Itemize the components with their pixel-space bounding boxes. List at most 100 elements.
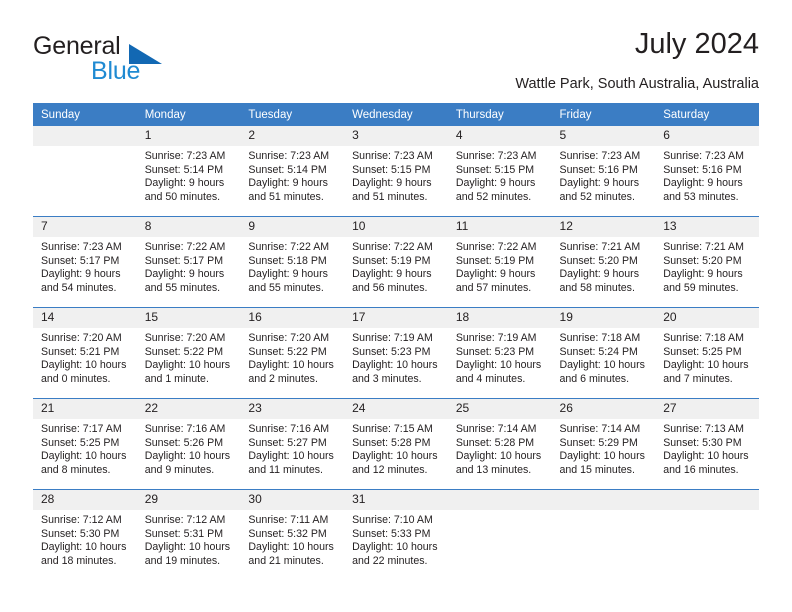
- calendar-day-cell[interactable]: 14 Sunrise: 7:20 AM Sunset: 5:21 PM Dayligh…: [33, 307, 137, 399]
- day-details: Sunrise: 7:23 AM Sunset: 5:15 PM Daylight:…: [448, 146, 552, 204]
- calendar-header-row: Sunday Monday Tuesday Wednesday Thursday Frid…: [33, 103, 759, 126]
- daylight-text: Daylight: 9 hours: [248, 177, 328, 190]
- daylight-text: and 19 minutes.: [144, 554, 221, 567]
- day-number: [551, 490, 656, 510]
- daylight-text: and 54 minutes.: [41, 281, 117, 294]
- day-number: 28: [33, 490, 137, 510]
- sunrise-text: Sunrise: 7:23 AM: [144, 150, 226, 162]
- calendar-day-cell[interactable]: 17 Sunrise: 7:19 AM Sunset: 5:23 PM Dayligh…: [344, 307, 448, 399]
- daylight-text: and 16 minutes.: [663, 463, 739, 476]
- day-details: Sunrise: 7:18 AM Sunset: 5:24 PM Daylight:…: [552, 328, 656, 386]
- daylight-text: and 6 minutes.: [559, 372, 630, 385]
- daylight-text: and 1 minute.: [144, 372, 209, 385]
- sunset-text: Sunset: 5:16 PM: [663, 163, 742, 176]
- daylight-text: Daylight: 9 hours: [559, 268, 640, 281]
- calendar-day-cell[interactable]: 8 Sunrise: 7:22 AM Sunset: 5:17 PM Daylight…: [136, 216, 241, 308]
- calendar-day-cell[interactable]: 24 Sunrise: 7:15 AM Sunset: 5:28 PM Dayligh…: [344, 398, 448, 490]
- sunrise-text: Sunrise: 7:20 AM: [144, 332, 226, 344]
- calendar-week-row: 28 Sunrise: 7:12 AM Sunset: 5:30 PM Dayligh…: [33, 489, 759, 580]
- sunrise-text: Sunrise: 7:23 AM: [352, 150, 433, 162]
- calendar-day-cell[interactable]: 13 Sunrise: 7:21 AM Sunset: 5:20 PM Dayligh…: [655, 216, 759, 308]
- calendar-day-cell[interactable]: 18 Sunrise: 7:19 AM Sunset: 5:23 PM Dayligh…: [447, 307, 552, 399]
- calendar-week-row: 21 Sunrise: 7:17 AM Sunset: 5:25 PM Dayligh…: [33, 398, 759, 490]
- sunset-text: Sunset: 5:33 PM: [352, 527, 431, 540]
- daylight-text: and 0 minutes.: [41, 372, 111, 385]
- sunrise-text: Sunrise: 7:22 AM: [248, 241, 330, 253]
- calendar-day-cell[interactable]: 1 Sunrise: 7:23 AM Sunset: 5:14 PM Daylight…: [136, 126, 241, 217]
- daylight-text: Daylight: 10 hours: [663, 450, 749, 463]
- calendar-day-cell[interactable]: 3 Sunrise: 7:23 AM Sunset: 5:15 PM Daylight…: [344, 126, 448, 217]
- day-details: Sunrise: 7:23 AM Sunset: 5:14 PM Daylight:…: [240, 146, 344, 204]
- calendar-day-cell[interactable]: 12 Sunrise: 7:21 AM Sunset: 5:20 PM Dayligh…: [551, 216, 656, 308]
- calendar-day-cell[interactable]: 26 Sunrise: 7:14 AM Sunset: 5:29 PM Dayligh…: [551, 398, 656, 490]
- calendar-day-cell[interactable]: 9 Sunrise: 7:22 AM Sunset: 5:18 PM Daylight…: [240, 216, 345, 308]
- calendar-day-cell[interactable]: 5 Sunrise: 7:23 AM Sunset: 5:16 PM Daylight…: [551, 126, 656, 217]
- calendar-day-cell[interactable]: 4 Sunrise: 7:23 AM Sunset: 5:15 PM Daylight…: [447, 126, 552, 217]
- calendar-day-cell[interactable]: 19 Sunrise: 7:18 AM Sunset: 5:24 PM Dayligh…: [551, 307, 656, 399]
- sunset-text: Sunset: 5:28 PM: [352, 436, 431, 449]
- sunrise-text: Sunrise: 7:14 AM: [455, 423, 537, 435]
- calendar-day-cell[interactable]: 7 Sunrise: 7:23 AM Sunset: 5:17 PM Daylight…: [33, 216, 137, 308]
- daylight-text: Daylight: 9 hours: [352, 268, 432, 281]
- calendar-day-cell[interactable]: 20 Sunrise: 7:18 AM Sunset: 5:25 PM Dayligh…: [655, 307, 759, 399]
- day-number: 17: [344, 308, 448, 328]
- calendar-day-cell[interactable]: 27 Sunrise: 7:13 AM Sunset: 5:30 PM Dayligh…: [655, 398, 759, 490]
- daylight-text: and 52 minutes.: [455, 190, 532, 203]
- calendar-day-cell[interactable]: 21 Sunrise: 7:17 AM Sunset: 5:25 PM Dayligh…: [33, 398, 137, 490]
- sunrise-text: Sunrise: 7:11 AM: [248, 514, 329, 526]
- day-details: Sunrise: 7:16 AM Sunset: 5:27 PM Daylight:…: [240, 419, 344, 477]
- day-number: 30: [240, 490, 345, 510]
- sunset-text: Sunset: 5:18 PM: [248, 254, 327, 267]
- daylight-text: and 22 minutes.: [352, 554, 428, 567]
- daylight-text: Daylight: 10 hours: [559, 450, 645, 463]
- sunrise-text: Sunrise: 7:21 AM: [559, 241, 641, 253]
- day-details: Sunrise: 7:22 AM Sunset: 5:19 PM Daylight:…: [448, 237, 552, 295]
- daylight-text: and 11 minutes.: [248, 463, 324, 476]
- calendar-day-cell[interactable]: 2 Sunrise: 7:23 AM Sunset: 5:14 PM Daylight…: [240, 126, 345, 217]
- page-header: General Blue July 2024 Wattle Park, Sout…: [33, 28, 759, 98]
- day-number: 10: [344, 217, 448, 237]
- day-details: Sunrise: 7:10 AM Sunset: 5:33 PM Daylight:…: [344, 510, 448, 568]
- calendar-day-cell[interactable]: 29 Sunrise: 7:12 AM Sunset: 5:31 PM Dayligh…: [136, 489, 241, 580]
- sunrise-text: Sunrise: 7:23 AM: [455, 150, 537, 162]
- daylight-text: and 2 minutes.: [248, 372, 318, 385]
- day-number: 31: [344, 490, 448, 510]
- calendar-week-row: 14 Sunrise: 7:20 AM Sunset: 5:21 PM Dayligh…: [33, 307, 759, 399]
- sunset-text: Sunset: 5:26 PM: [144, 436, 224, 449]
- calendar-day-cell[interactable]: 6 Sunrise: 7:23 AM Sunset: 5:16 PM Daylight…: [655, 126, 759, 217]
- day-number: 7: [33, 217, 137, 237]
- calendar-day-cell[interactable]: 16 Sunrise: 7:20 AM Sunset: 5:22 PM Dayligh…: [240, 307, 345, 399]
- calendar-day-cell[interactable]: 30 Sunrise: 7:11 AM Sunset: 5:32 PM Dayligh…: [240, 489, 345, 580]
- sunset-text: Sunset: 5:32 PM: [248, 527, 327, 540]
- day-number: 4: [447, 126, 552, 146]
- calendar-day-cell[interactable]: 15 Sunrise: 7:20 AM Sunset: 5:22 PM Dayligh…: [136, 307, 241, 399]
- day-details: Sunrise: 7:19 AM Sunset: 5:23 PM Daylight:…: [448, 328, 552, 386]
- calendar-day-cell[interactable]: 25 Sunrise: 7:14 AM Sunset: 5:28 PM Dayligh…: [447, 398, 552, 490]
- daylight-text: Daylight: 10 hours: [455, 359, 542, 372]
- calendar-day-cell[interactable]: 23 Sunrise: 7:16 AM Sunset: 5:27 PM Dayligh…: [240, 398, 345, 490]
- calendar-day-cell[interactable]: 28 Sunrise: 7:12 AM Sunset: 5:30 PM Dayligh…: [33, 489, 137, 580]
- calendar-day-cell[interactable]: 22 Sunrise: 7:16 AM Sunset: 5:26 PM Dayligh…: [136, 398, 241, 490]
- day-details: Sunrise: 7:15 AM Sunset: 5:28 PM Daylight:…: [344, 419, 448, 477]
- sunrise-text: Sunrise: 7:10 AM: [352, 514, 433, 526]
- daylight-text: and 51 minutes.: [352, 190, 428, 203]
- day-details: Sunrise: 7:12 AM Sunset: 5:31 PM Daylight:…: [137, 510, 241, 568]
- calendar-day-cell[interactable]: 11 Sunrise: 7:22 AM Sunset: 5:19 PM Dayligh…: [447, 216, 552, 308]
- daylight-text: and 52 minutes.: [559, 190, 635, 203]
- weekday-header-monday: Monday: [136, 103, 241, 126]
- day-details: Sunrise: 7:22 AM Sunset: 5:17 PM Daylight:…: [137, 237, 241, 295]
- sunset-text: Sunset: 5:30 PM: [663, 436, 742, 449]
- daylight-text: and 21 minutes.: [248, 554, 324, 567]
- daylight-text: and 3 minutes.: [352, 372, 422, 385]
- sunset-text: Sunset: 5:17 PM: [41, 254, 120, 267]
- day-number: 11: [447, 217, 552, 237]
- daylight-text: and 15 minutes.: [559, 463, 635, 476]
- daylight-text: Daylight: 10 hours: [41, 541, 127, 554]
- daylight-text: Daylight: 10 hours: [248, 541, 334, 554]
- daylight-text: and 56 minutes.: [352, 281, 428, 294]
- daylight-text: Daylight: 10 hours: [559, 359, 645, 372]
- calendar-day-cell[interactable]: 31 Sunrise: 7:10 AM Sunset: 5:33 PM Dayligh…: [344, 489, 448, 580]
- calendar-day-cell[interactable]: 10 Sunrise: 7:22 AM Sunset: 5:19 PM Dayligh…: [344, 216, 448, 308]
- page-title: July 2024: [634, 28, 759, 60]
- day-details: Sunrise: 7:20 AM Sunset: 5:22 PM Daylight:…: [240, 328, 344, 386]
